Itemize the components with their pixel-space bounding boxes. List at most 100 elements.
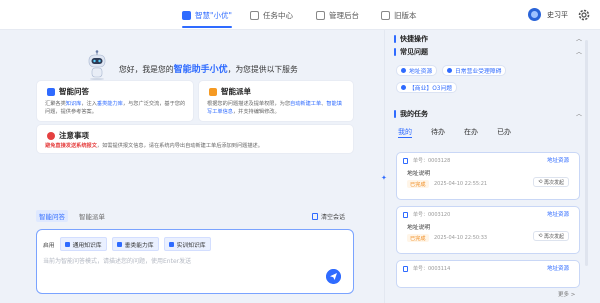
desc-text: 根据您的问题描述及提单权限，为您 bbox=[207, 101, 291, 107]
nav-task-center[interactable]: 任务中心 bbox=[250, 0, 293, 30]
task-number: 单号：0003114 bbox=[413, 266, 451, 272]
card-smart-qa: 智能问答 汇聚各类知识库，注入垂类能力库，与您广泛交流，基于您的问题，提供参考答… bbox=[36, 80, 194, 122]
welcome-prefix: 您好，我是您的 bbox=[119, 65, 174, 74]
tab-in-progress[interactable]: 在办 bbox=[464, 127, 478, 138]
nav-admin[interactable]: 管理后台 bbox=[316, 0, 359, 30]
desc-highlight: 知识库 bbox=[65, 101, 82, 107]
task-category-link[interactable]: 地址资源 bbox=[547, 264, 569, 272]
nav-old-version[interactable]: 旧版本 bbox=[381, 0, 417, 30]
chevron-up-icon[interactable]: ︿ bbox=[576, 34, 582, 43]
faq-chip[interactable]: 地址资源 bbox=[396, 65, 438, 76]
assistant-name: 智能助手小优 bbox=[173, 65, 228, 75]
document-icon bbox=[403, 158, 408, 164]
chat-icon bbox=[182, 10, 191, 20]
faq-title: 常见问题 bbox=[394, 47, 428, 57]
card-desc: 汇聚各类知识库，注入垂类能力库，与您广泛交流，基于您的问题，提供参考答案。 bbox=[45, 100, 187, 116]
chat-placeholder[interactable]: 当前为智能问答模式，请描述您的问题，使用Enter发送 bbox=[43, 256, 191, 265]
nav-label: 旧版本 bbox=[394, 10, 417, 20]
faq-chip[interactable]: 【商业】O3问题 bbox=[396, 82, 458, 93]
user-name: 史习平 bbox=[547, 10, 568, 19]
task-card[interactable]: 单号：0003128 地址资源 地址说明 已完成 2025-04-10 22:5… bbox=[396, 152, 580, 200]
resubmit-label: 再次发起 bbox=[543, 233, 564, 240]
tab-smart-dispatch[interactable]: 智能派单 bbox=[76, 210, 108, 222]
qa-icon bbox=[47, 87, 55, 96]
kb-label: 启用 bbox=[43, 242, 55, 249]
clear-label: 清空会话 bbox=[321, 214, 346, 221]
question-icon bbox=[401, 85, 406, 90]
task-category-link[interactable]: 地址资源 bbox=[547, 210, 569, 218]
resubmit-button[interactable]: ⟲ 再次发起 bbox=[533, 177, 569, 187]
knowledge-base-row: 启用 通用知识库 垂类能力库 实训知识库 bbox=[43, 237, 211, 251]
admin-icon bbox=[316, 10, 325, 20]
my-tasks-title: 我的任务 bbox=[394, 109, 428, 119]
desc-text: ，并支持编辑修改。 bbox=[232, 109, 280, 115]
user-menu[interactable]: 史习平 bbox=[528, 8, 568, 21]
more-link[interactable]: 更多 > bbox=[558, 290, 575, 298]
task-category-link[interactable]: 地址资源 bbox=[547, 156, 569, 164]
question-icon bbox=[447, 68, 452, 73]
nav-label: 智慧"小优" bbox=[195, 10, 232, 20]
kb-chip-label: 实训知识库 bbox=[176, 242, 206, 249]
task-icon bbox=[250, 10, 259, 20]
tab-smart-qa[interactable]: 智能问答 bbox=[36, 210, 68, 222]
database-icon bbox=[168, 241, 174, 247]
status-badge: 已完成 bbox=[407, 180, 429, 188]
send-icon[interactable] bbox=[326, 269, 341, 284]
kb-chip-label: 垂类能力库 bbox=[124, 242, 154, 249]
resubmit-button[interactable]: ⟲ 再次发起 bbox=[533, 231, 569, 241]
chevron-up-icon[interactable]: ︿ bbox=[576, 47, 582, 56]
card-title-text: 智能问答 bbox=[59, 87, 89, 96]
scrollbar[interactable] bbox=[585, 40, 588, 266]
tab-todo[interactable]: 待办 bbox=[431, 127, 445, 138]
nav-smart-assistant[interactable]: 智慧"小优" bbox=[182, 0, 232, 30]
task-number: 单号：0003128 bbox=[413, 158, 451, 164]
task-card[interactable]: 单号：0003114 地址资源 bbox=[396, 260, 580, 288]
welcome-text: 您好，我是您的智能助手小优，为您提供以下服务 bbox=[119, 62, 298, 75]
quick-ops-title[interactable]: 快捷操作 bbox=[394, 34, 428, 44]
task-number: 单号：0003120 bbox=[413, 212, 451, 218]
chat-mode-tabs: 智能问答 智能派单 bbox=[36, 210, 116, 222]
monitor-icon bbox=[381, 10, 390, 20]
desc-highlight: 垂类能力库 bbox=[96, 101, 123, 107]
kb-chip-training[interactable]: 实训知识库 bbox=[163, 237, 211, 251]
card-title: 智能问答 bbox=[47, 86, 89, 97]
database-icon bbox=[116, 241, 122, 247]
gear-icon[interactable] bbox=[577, 8, 591, 22]
faq-label: 【商业】O3问题 bbox=[409, 86, 453, 92]
kb-chip-general[interactable]: 通用知识库 bbox=[59, 237, 107, 251]
desc-text: 汇聚各类 bbox=[45, 101, 66, 107]
task-time: 2025-04-10 22:50:33 bbox=[434, 235, 488, 241]
card-desc: 避免直接发送系统报文，如需提供报文信息，请在系统内导出自动新建工单后添加到问题描… bbox=[45, 142, 347, 150]
tab-mine[interactable]: 我的 bbox=[398, 127, 412, 138]
desc-text: ，如需提供报文信息，请在系统内导出自动新建工单后添加到问题描述。 bbox=[96, 143, 263, 149]
card-title-text: 智能派单 bbox=[221, 87, 251, 96]
clear-chat-button[interactable]: 清空会话 bbox=[312, 212, 345, 221]
chevron-up-icon[interactable]: ︿ bbox=[576, 109, 582, 118]
task-title: 地址说明 bbox=[407, 225, 431, 231]
faq-chip[interactable]: 日常营业受理障碍 bbox=[442, 65, 507, 76]
dispatch-icon bbox=[209, 87, 217, 96]
tab-done[interactable]: 已办 bbox=[497, 127, 511, 138]
right-panel: 快捷操作 ︿ 常见问题 ︿ 地址资源 日常营业受理障碍 【商业】O3问题 我的任… bbox=[390, 30, 590, 303]
collapse-handle-icon[interactable]: ✦ bbox=[381, 174, 387, 182]
desc-text: ，注入 bbox=[81, 101, 97, 107]
top-bar: 智慧"小优" 任务中心 管理后台 旧版本 史习平 bbox=[0, 0, 600, 30]
question-icon bbox=[401, 68, 406, 73]
card-smart-dispatch: 智能派单 根据您的问题描述及提单权限，为您自动新建工单、智能填写工单信息，并支持… bbox=[198, 80, 354, 122]
task-card[interactable]: 单号：0003120 地址资源 地址说明 已完成 2025-04-10 22:5… bbox=[396, 206, 580, 254]
faq-label: 地址资源 bbox=[409, 69, 433, 75]
task-time: 2025-04-10 22:55:21 bbox=[434, 181, 488, 187]
card-title: 智能派单 bbox=[209, 86, 251, 97]
avatar bbox=[528, 8, 541, 21]
panel-divider bbox=[384, 30, 385, 303]
chat-input-box[interactable]: 启用 通用知识库 垂类能力库 实训知识库 当前为智能问答模式，请描述您的问题，使… bbox=[36, 229, 354, 294]
database-icon bbox=[64, 241, 70, 247]
robot-mascot-icon bbox=[88, 50, 106, 80]
resubmit-label: 再次发起 bbox=[543, 179, 564, 186]
desc-warning: 避免直接发送系统报文 bbox=[45, 143, 97, 149]
card-desc: 根据您的问题描述及提单权限，为您自动新建工单、智能填写工单信息，并支持编辑修改。 bbox=[207, 100, 347, 116]
kb-chip-vertical[interactable]: 垂类能力库 bbox=[111, 237, 159, 251]
document-icon bbox=[403, 266, 408, 272]
kb-chip-label: 通用知识库 bbox=[72, 242, 102, 249]
nav-label: 管理后台 bbox=[329, 10, 359, 20]
